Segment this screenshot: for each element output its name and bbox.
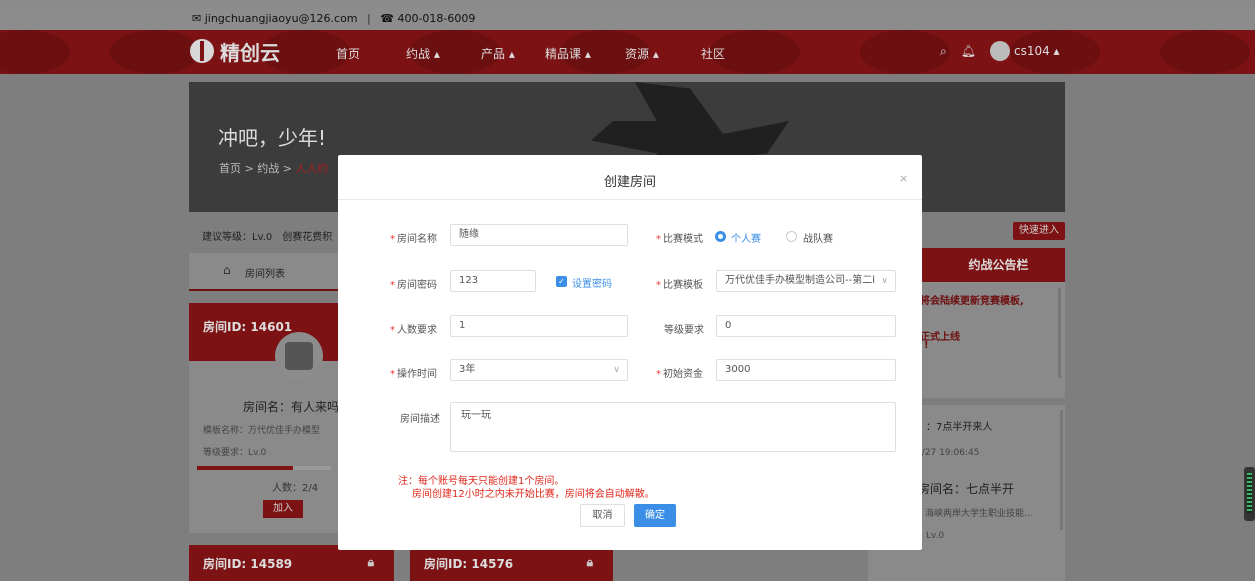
divider <box>338 199 922 200</box>
brand-logo[interactable]: 精创云 <box>190 36 280 66</box>
fast-enter-button[interactable]: 快速进入 <box>1013 222 1065 240</box>
room-count: 人数：2/4 <box>272 483 319 494</box>
create-room-dialog: 创建房间 × * 房间名称 随缘 * 比赛模式 个人赛 战队赛 * 房间密码 123 … <box>338 155 922 550</box>
time-label: * 操作时间 <box>390 369 437 380</box>
dialog-title: 创建房间 <box>603 175 656 190</box>
cancel-button[interactable]: 取消 <box>580 504 625 527</box>
lock-icon: 🔒︎ <box>367 555 374 569</box>
template-select[interactable]: 万代优佳手办模型制造公司--第二l ∨ <box>716 270 896 292</box>
crumb-separator: > <box>244 162 254 175</box>
filter-text: 建议等级：Lv.0 创赛花费积 <box>202 232 333 243</box>
logo-icon <box>190 39 214 63</box>
people-input[interactable]: 1 <box>450 315 628 337</box>
close-icon[interactable]: × <box>899 172 908 185</box>
room-template: 模板名称：万代优佳手办模型 <box>203 426 321 436</box>
crumb-current: 人人约 <box>295 162 329 175</box>
user-menu[interactable]: cs104 ▴ <box>1014 44 1060 58</box>
nav-products[interactable]: 产品 ▴ <box>481 45 515 62</box>
level-input[interactable]: 0 <box>716 315 896 337</box>
room-name-label: * 房间名称 <box>390 234 437 245</box>
nav-home[interactable]: 首页 <box>336 45 360 62</box>
mode-personal-label[interactable]: 个人赛 <box>731 230 761 245</box>
funds-label: * 初始资金 <box>656 369 703 380</box>
level-label: 等级要求 <box>664 325 704 336</box>
contact-phone: 400-018-6009 <box>397 12 476 25</box>
bell-icon[interactable]: 🔔︎ <box>961 44 976 58</box>
template-label: * 比赛模板 <box>656 280 703 291</box>
search-icon[interactable]: ⌕ <box>940 44 947 59</box>
time-value: 3年 <box>459 364 476 375</box>
feed-room-name: 房间名：七点半开 <box>918 482 1015 496</box>
nav-battle[interactable]: 约战 ▴ <box>406 45 440 62</box>
note-line: 房间创建12小时之内未开始比赛，房间将会自动解散。 <box>412 489 655 500</box>
side-widget[interactable] <box>1244 467 1255 521</box>
notice-scrollbar[interactable] <box>1058 288 1061 378</box>
avatar[interactable] <box>989 41 1010 61</box>
room-id: 房间ID: 14589 <box>203 557 293 571</box>
tab-label: 房间列表 <box>245 269 285 280</box>
room-level: 等级要求：Lv.0 <box>203 448 267 458</box>
mode-team-label[interactable]: 战队赛 <box>803 230 833 245</box>
breadcrumb: 首页 > 约战 > 人人约 <box>219 160 328 176</box>
nav-resources[interactable]: 资源 ▴ <box>625 45 659 62</box>
notice-title: 约战公告栏 <box>912 248 1065 282</box>
confirm-button[interactable]: 确定 <box>634 504 676 527</box>
template-value: 万代优佳手办模型制造公司--第二l <box>725 275 875 286</box>
room-badge-icon <box>275 332 323 380</box>
tab-room-list[interactable]: ⌂ 房间列表 <box>189 253 339 291</box>
banner-title: 冲吧，少年! <box>218 126 327 150</box>
desc-textarea[interactable]: 玩一玩 <box>450 402 896 452</box>
home-icon: ⌂ <box>223 263 231 277</box>
room-name-input[interactable]: 随缘 <box>450 224 628 246</box>
contact-bar: ✉ jingchuangjiaoyu@126.com | ☎ 400-018-6… <box>0 8 1255 30</box>
room-card: 房间ID: 14589 🔒︎ <box>189 545 394 581</box>
mode-team-radio[interactable] <box>786 231 797 242</box>
chevron-down-icon: ∨ <box>881 276 888 286</box>
room-card: 房间ID: 14576 🔒︎ <box>410 545 613 581</box>
room-name: 房间名：有人来吗 <box>243 400 340 414</box>
brand-name: 精创云 <box>220 40 280 65</box>
contact-separator: | <box>367 12 371 25</box>
password-input[interactable]: 123 <box>450 270 536 292</box>
time-select[interactable]: 3年 ∨ <box>450 359 628 381</box>
nav-courses[interactable]: 精品课 ▴ <box>545 45 591 62</box>
feed-text: ：7点半开来人 <box>926 422 993 433</box>
mail-icon: ✉ <box>192 12 202 25</box>
crumb-battle[interactable]: 约战 <box>257 162 279 175</box>
notice-line: ! <box>924 340 929 351</box>
notice-board: 约战公告栏 将会陆续更新竞赛模板, 正式上线 ! <box>912 248 1065 398</box>
crumb-home[interactable]: 首页 <box>219 162 241 175</box>
crumb-separator: > <box>282 162 292 175</box>
room-card: 房间ID: 14601 房间名：有人来吗 模板名称：万代优佳手办模型 等级要求：… <box>189 303 339 533</box>
set-password-checkbox[interactable]: ✓ <box>556 276 567 287</box>
nav-community[interactable]: 社区 <box>701 45 725 62</box>
phone-icon: ☎ <box>380 12 394 25</box>
chevron-down-icon: ∨ <box>613 365 620 375</box>
mode-label: * 比赛模式 <box>656 234 703 245</box>
notice-line: 将会陆续更新竞赛模板, <box>920 296 1024 307</box>
join-button[interactable]: 加入 <box>263 500 303 518</box>
set-password-label[interactable]: 设置密码 <box>572 275 612 290</box>
desc-label: 房间描述 <box>400 414 440 425</box>
feed-time: 2/27 19:06:45 <box>916 448 980 458</box>
lock-icon: 🔒︎ <box>586 555 593 569</box>
feed-scrollbar[interactable] <box>1060 410 1063 530</box>
feed-template: ：海峡两岸大学生职业技能... <box>916 509 1033 519</box>
people-label: * 人数要求 <box>390 325 437 336</box>
funds-input[interactable]: 3000 <box>716 359 896 381</box>
contact-email: jingchuangjiaoyu@126.com <box>204 12 358 25</box>
room-progress <box>197 466 331 470</box>
password-label: * 房间密码 <box>390 280 437 291</box>
top-strip <box>0 0 1255 8</box>
mode-personal-radio[interactable] <box>715 231 726 242</box>
room-id: 房间ID: 14576 <box>424 557 514 571</box>
